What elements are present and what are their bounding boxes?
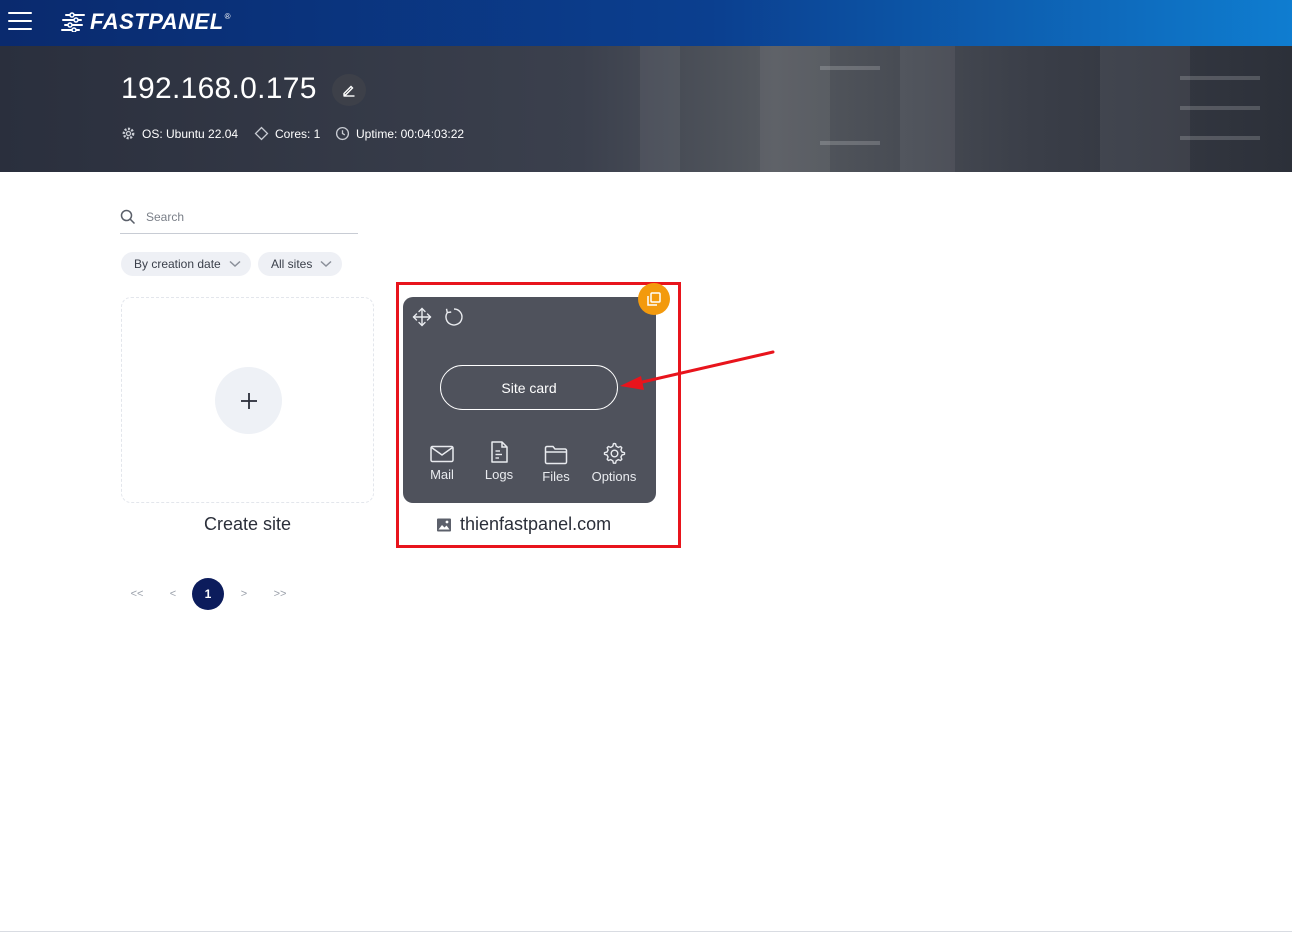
banner-decoration [820,66,880,70]
logs-action-label: Logs [484,467,514,482]
mail-action[interactable]: Mail [414,445,470,482]
brand-registered-mark: ® [224,11,231,21]
banner-decoration [900,46,955,172]
copy-icon [647,292,661,306]
banner-decoration [1180,106,1260,110]
banner-decoration [1180,76,1260,80]
next-page-button[interactable]: > [228,578,260,610]
server-banner: 192.168.0.175 OS: Ubuntu 22.04 Cores: 1 … [0,46,1292,172]
pencil-icon [343,85,355,97]
page-bottom-divider [0,931,1292,932]
search-input[interactable] [146,209,346,224]
os-info: OS: Ubuntu 22.04 [121,126,238,141]
site-scope-dropdown[interactable]: All sites [258,252,343,276]
hamburger-icon[interactable] [8,12,32,32]
banner-decoration [760,46,830,172]
uptime-label: Uptime: 00:04:03:22 [356,126,465,141]
copy-badge[interactable] [638,283,670,315]
last-page-button[interactable]: >> [264,578,296,610]
banner-decoration [1180,136,1260,140]
logs-action[interactable]: Logs [471,441,527,482]
banner-decoration [820,141,880,145]
plus-icon [240,392,257,409]
first-page-button[interactable]: << [121,578,153,610]
create-site-label: Create site [203,514,292,534]
banner-decoration [640,46,680,172]
mail-icon [430,445,454,463]
server-hostname: 192.168.0.175 [121,72,317,105]
site-domain-label: thienfastpanel.com [460,514,612,534]
banner-decoration [1100,46,1190,172]
site-domain-link[interactable]: thienfastpanel.com [436,514,611,535]
sort-dropdown[interactable]: By creation date [121,252,251,276]
sort-dropdown-label: By creation date [134,257,221,271]
site-search [120,200,358,234]
create-site-card[interactable] [121,297,374,503]
top-bar: FASTPANEL ® [0,0,1292,46]
folder-icon [544,445,568,465]
clock-icon [335,126,350,141]
os-label: OS: Ubuntu 22.04 [142,126,239,141]
prev-page-button[interactable]: < [157,578,189,610]
chip-icon [254,126,269,141]
create-site-button[interactable] [215,367,282,434]
brand-logo[interactable]: FASTPANEL ® [60,9,231,34]
search-icon [120,209,136,224]
image-icon [437,518,451,531]
site-card-button[interactable]: Site card [440,365,618,410]
document-icon [491,441,508,463]
cog-icon [122,127,135,140]
site-card: Site card Mail Logs Files Options [403,297,656,503]
cores-label: Cores: 1 [275,126,321,141]
chevron-down-icon [320,260,332,268]
files-action[interactable]: Files [528,445,584,484]
options-action-label: Options [591,469,637,484]
gear-icon [603,442,626,464]
move-icon[interactable] [412,307,432,327]
page-1-button[interactable]: 1 [192,578,224,610]
refresh-icon[interactable] [444,307,464,327]
brand-name: FASTPANEL [90,9,224,34]
options-action[interactable]: Options [586,442,642,484]
mail-action-label: Mail [430,467,454,482]
edit-server-name-button[interactable] [332,74,366,106]
files-action-label: Files [542,469,570,484]
fastpanel-logo-icon [61,12,85,32]
site-scope-label: All sites [271,257,313,271]
uptime-info: Uptime: 00:04:03:22 [335,126,464,141]
chevron-down-icon [229,260,241,268]
cores-info: Cores: 1 [254,126,320,141]
